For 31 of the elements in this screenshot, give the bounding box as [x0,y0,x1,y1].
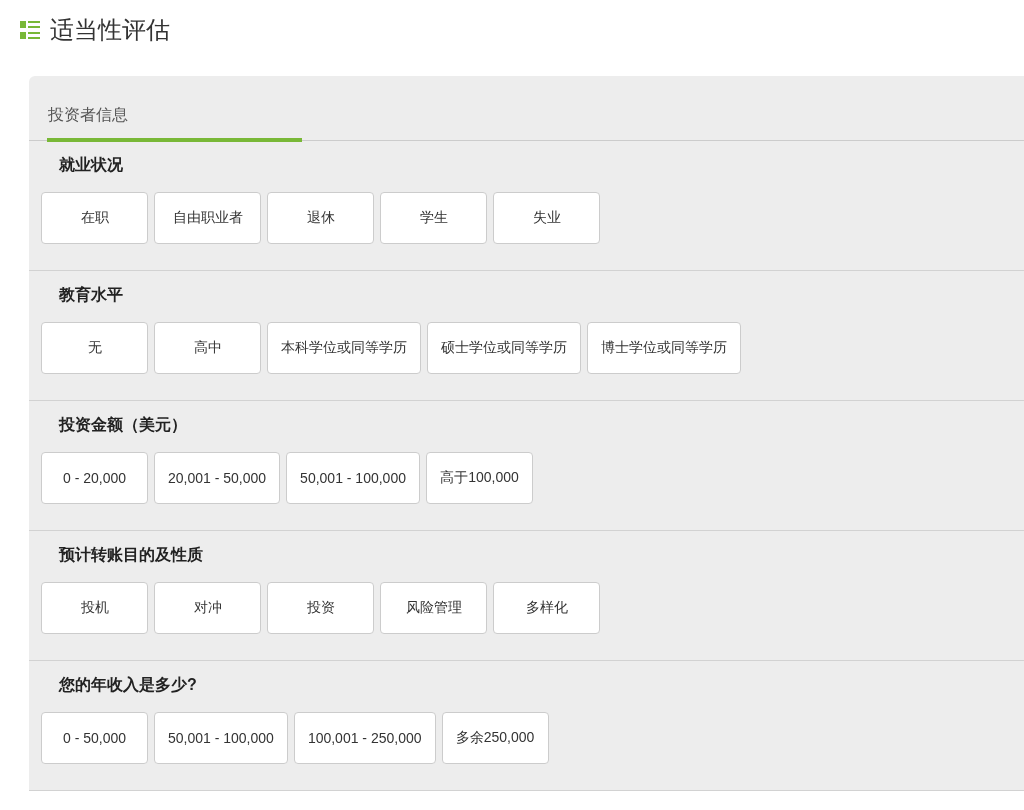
question-heading: 就业状况 [59,155,124,175]
tab[interactable]: 投资者信息 [47,105,302,142]
option-button[interactable]: 多余250,000 [441,712,549,764]
option-button[interactable]: 投机 [41,582,148,634]
option-button[interactable]: 硕士学位或同等学历 [427,322,581,374]
option-button[interactable]: 本科学位或同等学历 [267,322,421,374]
option-button[interactable]: 高中 [154,322,261,374]
question-heading: 您的年收入是多少? [59,675,198,695]
option-button[interactable]: 自由职业者 [154,192,261,244]
option-button[interactable]: 高于100,000 [425,452,533,504]
option-button[interactable]: 50,001 - 100,000 [286,452,420,504]
option-button[interactable]: 博士学位或同等学历 [587,322,741,374]
option-button[interactable]: 退休 [267,192,374,244]
option-button[interactable]: 失业 [493,192,600,244]
option-button[interactable]: 学生 [380,192,487,244]
option-button[interactable]: 多样化 [493,582,600,634]
question-heading: 预计转账目的及性质 [59,545,204,565]
option-button[interactable]: 投资 [267,582,374,634]
list-icon [20,20,40,40]
option-button[interactable]: 100,001 - 250,000 [293,712,436,764]
option-button[interactable]: 50,001 - 100,000 [154,712,288,764]
page-title: 适当性评估 [50,15,170,45]
option-button[interactable]: 0 - 50,000 [41,712,148,764]
question-heading: 投资金额（美元） [59,415,188,435]
option-button[interactable]: 在职 [41,192,148,244]
option-button[interactable]: 对冲 [154,582,261,634]
option-button[interactable]: 无 [41,322,148,374]
option-button[interactable]: 风险管理 [380,582,487,634]
question-heading: 教育水平 [59,285,124,305]
option-button[interactable]: 20,001 - 50,000 [154,452,281,504]
option-button[interactable]: 0 - 20,000 [41,452,148,504]
